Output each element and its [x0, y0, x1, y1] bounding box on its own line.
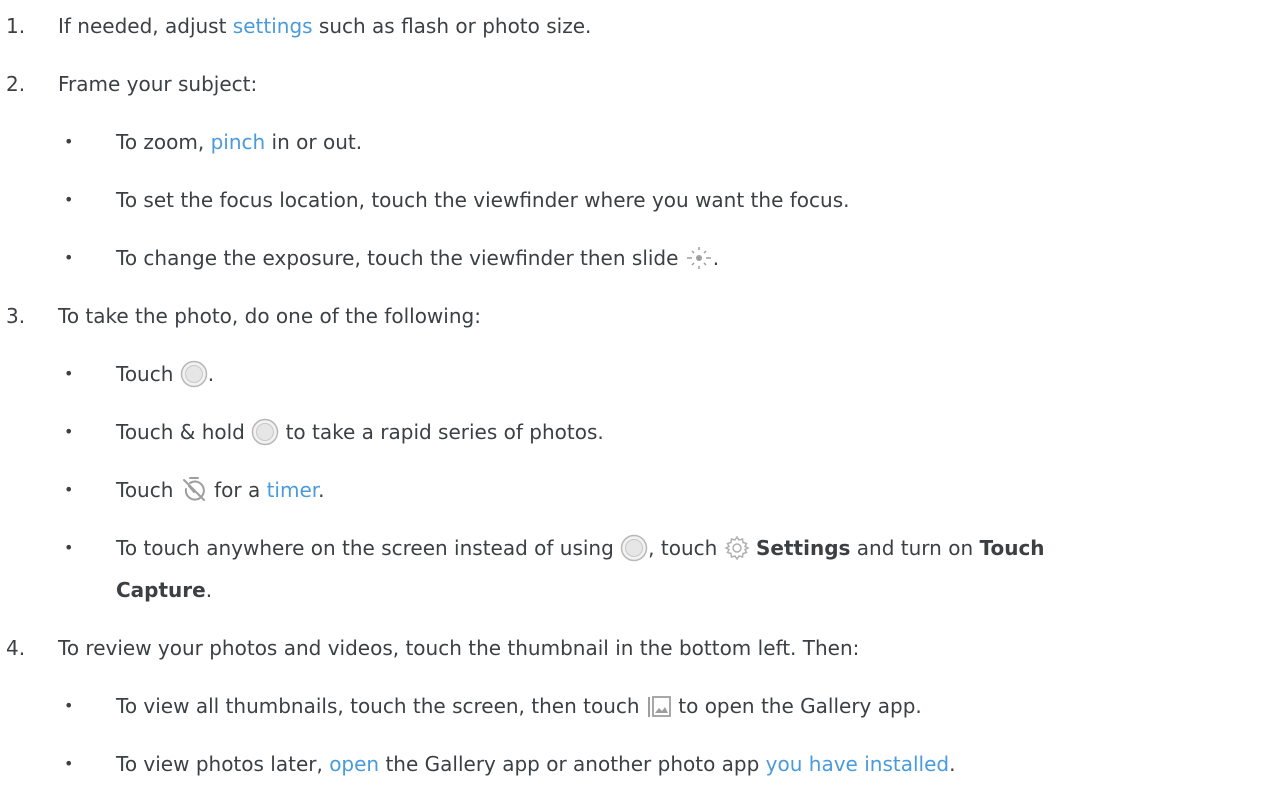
bullet: •	[64, 480, 74, 499]
bullet-text: for a	[207, 478, 267, 502]
step-number: 4.	[6, 636, 26, 660]
touch-capture-label: Capture	[116, 578, 206, 602]
bullet: •	[64, 364, 74, 383]
settings-gear-icon	[723, 535, 750, 561]
shutter-icon	[180, 360, 208, 388]
exposure-slider-icon	[685, 246, 713, 270]
bullet-text: .	[205, 578, 213, 602]
open-link[interactable]: open	[329, 752, 379, 776]
bullet-text: To touch anywhere on the screen instead …	[116, 536, 621, 560]
gallery-icon	[646, 693, 672, 719]
step-2-bullet-3: To change the exposure, touch the viewfi…	[116, 244, 719, 272]
bullet-text: Touch	[116, 362, 180, 386]
you-have-installed-link[interactable]: you have installed	[766, 752, 949, 776]
step-3-text: To take the photo, do one of the followi…	[58, 304, 481, 328]
bullet-text: the Gallery app or another photo app	[379, 752, 766, 776]
touch-capture-label: Touch	[979, 536, 1045, 560]
step-4-bullet-2: To view photos later, open the Gallery a…	[116, 750, 955, 778]
step-1-text: If needed, adjust settings such as flash…	[58, 12, 591, 40]
bullet-text: , touch	[648, 536, 724, 560]
bullet: •	[64, 422, 74, 441]
bullet-text: in or out.	[265, 130, 363, 154]
pinch-link[interactable]: pinch	[211, 130, 266, 154]
step-3-bullet-4-continued: Capture.	[116, 576, 212, 604]
timer-icon	[180, 476, 208, 504]
step-1-text-after: such as flash or photo size.	[312, 14, 592, 38]
bullet-text: .	[318, 478, 325, 502]
step-2-bullet-1: To zoom, pinch in or out.	[116, 128, 362, 156]
bullet-text: .	[207, 362, 215, 386]
shutter-icon	[620, 534, 648, 562]
bullet-text: to take a rapid series of photos.	[279, 420, 604, 444]
bullet-text: .	[712, 246, 720, 270]
timer-link[interactable]: timer	[267, 478, 319, 502]
shutter-icon	[251, 418, 279, 446]
settings-link[interactable]: settings	[233, 14, 313, 38]
settings-label: Settings	[756, 536, 851, 560]
step-4-text: To review your photos and videos, touch …	[58, 636, 860, 660]
bullet: •	[64, 754, 74, 773]
bullet-text: Touch	[116, 478, 180, 502]
step-number: 1.	[6, 14, 26, 38]
step-3-bullet-2: Touch & hold to take a rapid series of p…	[116, 418, 604, 448]
bullet: •	[64, 132, 74, 151]
step-4-bullet-1: To view all thumbnails, touch the screen…	[116, 692, 922, 721]
bullet-text: To view photos later,	[116, 752, 330, 776]
step-3-bullet-3: Touch for a timer.	[116, 476, 325, 506]
step-3-bullet-4: To touch anywhere on the screen instead …	[116, 534, 1045, 564]
bullet-text: to open the Gallery app.	[671, 694, 922, 718]
bullet-text: To change the exposure, touch the viewfi…	[116, 246, 685, 270]
bullet-text: and turn on	[850, 536, 980, 560]
step-2-text: Frame your subject:	[58, 72, 258, 96]
bullet: •	[64, 696, 74, 715]
bullet: •	[64, 538, 74, 557]
bullet-text: To zoom,	[116, 130, 211, 154]
step-2-bullet-2: To set the focus location, touch the vie…	[116, 188, 850, 212]
bullet-text: To view all thumbnails, touch the screen…	[116, 694, 646, 718]
bullet: •	[64, 190, 74, 209]
step-number: 3.	[6, 304, 26, 328]
step-1-text-before: If needed, adjust	[58, 14, 233, 38]
bullet-text: .	[949, 752, 956, 776]
step-3-bullet-1: Touch .	[116, 360, 214, 390]
bullet: •	[64, 248, 74, 267]
bullet-text: Touch & hold	[116, 420, 252, 444]
step-number: 2.	[6, 72, 26, 96]
